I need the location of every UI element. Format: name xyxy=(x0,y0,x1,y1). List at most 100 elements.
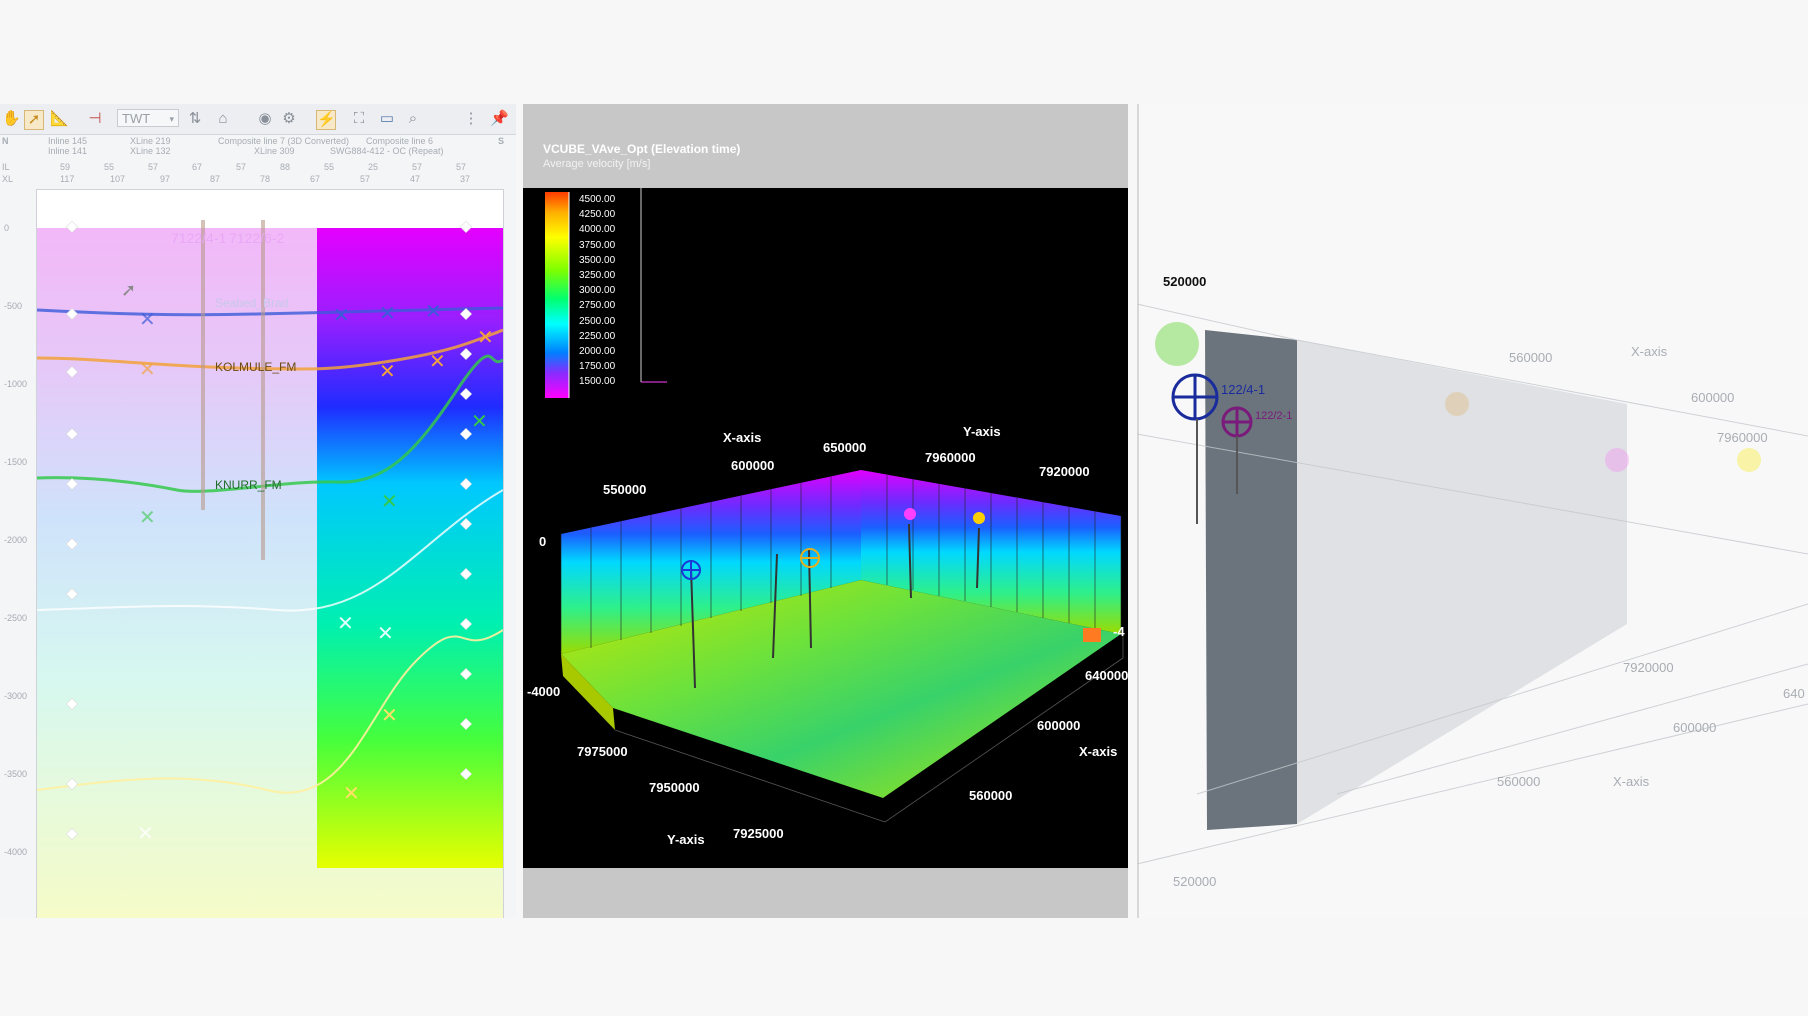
colorbar-tick-label: 4000.00 xyxy=(579,224,616,236)
3d-velocity-window[interactable]: VCUBE_VAve_Opt (Elevation time) Average … xyxy=(523,104,1128,918)
y-tick-label: 7920000 xyxy=(1039,464,1090,479)
zoom-icon[interactable]: ⌕ xyxy=(404,110,422,128)
x-tick-label: 600000 xyxy=(1691,390,1735,405)
domain-select[interactable]: TWT ▾ xyxy=(117,109,179,127)
well-tops-icon[interactable]: ⇅ xyxy=(186,110,204,128)
autotrack-icon[interactable]: ⚡ xyxy=(316,110,336,130)
pin-icon[interactable]: 📌 xyxy=(490,110,509,128)
view-eye-icon[interactable]: ◉ xyxy=(256,110,274,128)
faded-3d-scene xyxy=(1137,104,1808,918)
domain-select-value: TWT xyxy=(122,111,151,126)
y-tick-label: 7950000 xyxy=(649,780,700,795)
camera-icon[interactable]: ⛶ xyxy=(350,110,368,128)
x-tick-label: 550000 xyxy=(603,482,647,497)
svg-text:✕: ✕ xyxy=(425,299,442,323)
x-tick-label: 600000 xyxy=(731,458,775,473)
horizon-label: KOLMULE_FM xyxy=(215,360,297,374)
filter-icon[interactable]: ⚙ xyxy=(280,110,298,128)
il-value: 88 xyxy=(280,162,291,172)
y-tick-label: 7925000 xyxy=(733,826,784,841)
xl-value: 78 xyxy=(260,174,271,184)
colorbar-tick-label: 3000.00 xyxy=(579,285,616,297)
il-value: 67 xyxy=(192,162,203,172)
inline-label: XLine 219 xyxy=(130,136,171,146)
xl-value: 97 xyxy=(160,174,171,184)
mouse-cursor-icon: ➚ xyxy=(121,280,137,300)
svg-text:✕: ✕ xyxy=(137,821,154,845)
pan-icon[interactable]: ✋ xyxy=(2,110,21,128)
xl-value: 117 xyxy=(60,174,75,184)
il-label: IL xyxy=(2,162,10,172)
depth-tick: -2000 xyxy=(4,535,28,545)
svg-text:✕: ✕ xyxy=(379,359,396,383)
colorbar-tick-label: 3250.00 xyxy=(579,270,616,281)
depth-tick: -500 xyxy=(4,301,23,311)
well-label: 122/4-1 xyxy=(1221,382,1266,397)
svg-text:✕: ✕ xyxy=(377,621,394,645)
horizon-label: Seabed_Brad xyxy=(215,296,289,310)
well-label: 7122/4-1 xyxy=(171,230,227,246)
seismic-section-plot[interactable]: ✕ ✕ ✕ ✕ ✕ ✕ ✕ ✕ ✕ ✕ ✕ ✕ ✕ ✕ ✕ ✕ 7122/4-1… xyxy=(36,189,504,918)
colorbar-tick-label: 4500.00 xyxy=(579,194,616,205)
y-tick-label: 7920000 xyxy=(1623,660,1674,675)
inline-label: Inline 141 xyxy=(48,146,88,156)
depth-tick: -1000 xyxy=(4,379,28,389)
x-tick-label: 650000 xyxy=(823,440,867,455)
home-icon[interactable]: ⌂ xyxy=(214,110,232,128)
x-tick-label: 560000 xyxy=(969,788,1013,803)
svg-text:✕: ✕ xyxy=(379,301,396,325)
colorbar-labels: 4500.00 4250.00 4000.00 3750.00 3500.00 3250.… xyxy=(573,194,643,404)
x-tick-label: 640000 xyxy=(1085,668,1128,683)
depth-tick: -3500 xyxy=(4,769,28,779)
il-value: 55 xyxy=(104,162,115,172)
y-axis-title: Y-axis xyxy=(667,832,705,847)
il-values-row: 59 55 57 67 57 88 55 25 57 57 xyxy=(60,162,510,174)
il-value: 55 xyxy=(324,162,335,172)
svg-text:✕: ✕ xyxy=(139,357,156,381)
monitor-icon[interactable]: ▭ xyxy=(378,110,396,128)
x-tick-label: 640 xyxy=(1783,686,1805,701)
fault-pick-icon[interactable]: ⊣ xyxy=(86,110,104,128)
colorbar-tick-label: 4250.00 xyxy=(579,209,616,221)
inline-label: Composite line 6 xyxy=(366,136,434,146)
inline-label: XLine 309 xyxy=(254,146,295,156)
x-axis-title: X-axis xyxy=(723,430,762,445)
xl-value: 37 xyxy=(460,174,471,184)
il-value: 57 xyxy=(412,162,423,172)
svg-text:✕: ✕ xyxy=(381,703,398,727)
z-tick-label: -4 xyxy=(1113,624,1125,639)
xl-values-row: 117 107 97 87 78 67 57 47 37 xyxy=(60,174,510,186)
depth-tick: 0 xyxy=(4,223,10,233)
il-value: 57 xyxy=(236,162,247,172)
svg-text:✕: ✕ xyxy=(343,781,360,805)
colorbar-tick-label: 3750.00 xyxy=(579,239,616,251)
inline-label: Inline 145 xyxy=(48,136,88,146)
x-axis-title: X-axis xyxy=(1079,744,1118,759)
colorbar-tick-label: 1750.00 xyxy=(579,361,616,373)
well-label: 7122/6-2 xyxy=(229,230,285,246)
y-tick-label: 7960000 xyxy=(1717,430,1768,445)
il-value: 25 xyxy=(368,162,379,172)
svg-text:✕: ✕ xyxy=(429,349,446,373)
3d-viewport[interactable]: 4500.00 4250.00 4000.00 3750.00 3500.00 3250.… xyxy=(523,188,1128,868)
inline-label: SWG884-412 - OC (Repeat) xyxy=(330,146,444,156)
il-value: 59 xyxy=(60,162,71,172)
measure-icon[interactable]: 📐 xyxy=(50,110,69,128)
seismic-section-panel[interactable]: ✋ ➚ 📐 ⊣ TWT ▾ ⇅ ⌂ ◉ ⚙ ⚡ ⛶ ▭ ⌕ ⋮ 📌 N S In… xyxy=(0,104,516,918)
window-title: VCUBE_VAve_Opt (Elevation time) xyxy=(543,142,741,156)
colorbar-tick-label: 1500.00 xyxy=(579,376,616,388)
x-tick-label: 600000 xyxy=(1037,718,1081,733)
depth-tick: -2500 xyxy=(4,613,28,623)
y-tick-label: 7960000 xyxy=(925,450,976,465)
3d-window-faded[interactable]: 520000 520000 X-axis X-axis 560000 60000… xyxy=(1137,104,1808,918)
select-pointer-icon[interactable]: ➚ xyxy=(24,110,44,130)
inline-label: Composite line 7 (3D Converted) xyxy=(218,136,350,146)
colorbar-tick-label: 2250.00 xyxy=(579,330,616,342)
il-value: 57 xyxy=(148,162,159,172)
xl-value: 67 xyxy=(310,174,321,184)
svg-text:✕: ✕ xyxy=(471,409,488,433)
y-tick-label: 7975000 xyxy=(577,744,628,759)
inline-label: XLine 132 xyxy=(130,146,171,156)
colorbar-tick-label: 2000.00 xyxy=(579,346,616,357)
colorbar-tick-label: 3500.00 xyxy=(579,254,616,266)
